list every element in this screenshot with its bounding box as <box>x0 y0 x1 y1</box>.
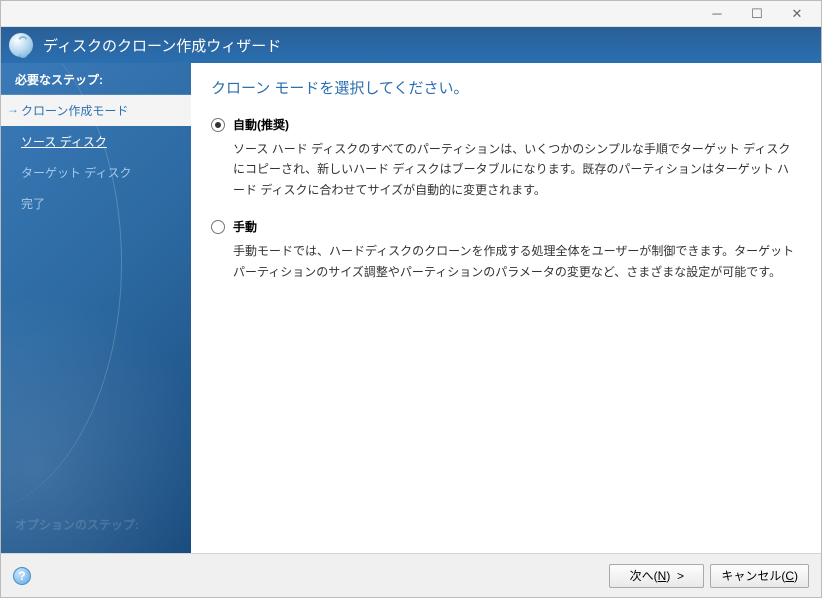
minimize-button[interactable]: ─ <box>697 1 737 27</box>
option-manual-row[interactable]: 手動 <box>211 218 801 235</box>
sidebar: 必要なステップ: クローン作成モード ソース ディスク ターゲット ディスク 完… <box>1 63 191 553</box>
help-icon[interactable]: ? <box>13 567 31 585</box>
header: ディスクのクローン作成ウィザード <box>1 27 821 63</box>
radio-manual[interactable] <box>211 220 225 234</box>
option-manual-desc: 手動モードでは、ハードディスクのクローンを作成する処理全体をユーザーが制御できま… <box>233 241 801 282</box>
step-finish: 完了 <box>1 188 191 219</box>
option-auto-desc: ソース ハード ディスクのすべてのパーティションは、いくつかのシンプルな手順でタ… <box>233 139 801 200</box>
cancel-button[interactable]: キャンセル(C) <box>710 564 809 588</box>
step-target-disk: ターゲット ディスク <box>1 157 191 188</box>
option-auto-row[interactable]: 自動(推奨) <box>211 116 801 133</box>
close-button[interactable]: ✕ <box>777 1 817 27</box>
step-label: ターゲット ディスク <box>21 166 132 180</box>
option-manual-label: 手動 <box>233 218 257 235</box>
titlebar: ─ ☐ ✕ <box>1 1 821 27</box>
step-clone-mode: クローン作成モード <box>1 95 191 126</box>
radio-auto[interactable] <box>211 118 225 132</box>
option-auto-label: 自動(推奨) <box>233 116 289 133</box>
option-manual: 手動 手動モードでは、ハードディスクのクローンを作成する処理全体をユーザーが制御… <box>211 218 801 282</box>
body: 必要なステップ: クローン作成モード ソース ディスク ターゲット ディスク 完… <box>1 63 821 553</box>
sidebar-optional-header: オプションのステップ: <box>15 516 139 533</box>
globe-icon <box>9 33 33 57</box>
step-label: ソース ディスク <box>21 135 107 149</box>
step-label: クローン作成モード <box>21 104 128 118</box>
footer: ? 次へ(N) > キャンセル(C) <box>1 553 821 597</box>
step-source-disk[interactable]: ソース ディスク <box>1 126 191 157</box>
sidebar-header: 必要なステップ: <box>1 63 191 95</box>
step-label: 完了 <box>21 197 45 211</box>
maximize-button[interactable]: ☐ <box>737 1 777 27</box>
option-auto: 自動(推奨) ソース ハード ディスクのすべてのパーティションは、いくつかのシン… <box>211 116 801 200</box>
wizard-window: ─ ☐ ✕ ディスクのクローン作成ウィザード 必要なステップ: クローン作成モー… <box>0 0 822 598</box>
wizard-title: ディスクのクローン作成ウィザード <box>43 35 281 56</box>
main-panel: クローン モードを選択してください。 自動(推奨) ソース ハード ディスクのす… <box>191 63 821 553</box>
main-heading: クローン モードを選択してください。 <box>211 77 801 98</box>
next-button[interactable]: 次へ(N) > <box>609 564 704 588</box>
